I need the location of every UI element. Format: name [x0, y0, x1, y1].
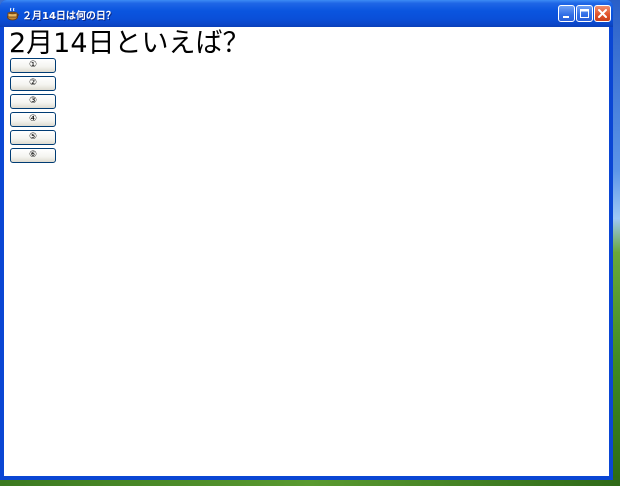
minimize-button[interactable] [558, 5, 575, 22]
maximize-icon [577, 6, 592, 21]
close-icon [595, 6, 610, 21]
window-title: ２月14日は何の日？ [22, 11, 116, 22]
option-button-6[interactable]: ⑥ [10, 148, 56, 163]
option-button-4[interactable]: ④ [10, 112, 56, 127]
option-button-5[interactable]: ⑤ [10, 130, 56, 145]
option-button-3[interactable]: ③ [10, 94, 56, 109]
coffee-cup-icon[interactable] [6, 6, 20, 21]
maximize-button[interactable] [576, 5, 593, 22]
minimize-icon [559, 6, 574, 21]
app-window: ２月14日は何の日？ 2月14日といえば？ ① ② ③ ④ ⑤ ⑥ [0, 0, 613, 480]
title-bar[interactable]: ２月14日は何の日？ [0, 0, 613, 27]
option-button-1[interactable]: ① [10, 58, 56, 73]
close-button[interactable] [594, 5, 611, 22]
client-area: 2月14日といえば？ ① ② ③ ④ ⑤ ⑥ [4, 27, 609, 476]
option-button-2[interactable]: ② [10, 76, 56, 91]
question-heading: 2月14日といえば？ [9, 28, 250, 59]
